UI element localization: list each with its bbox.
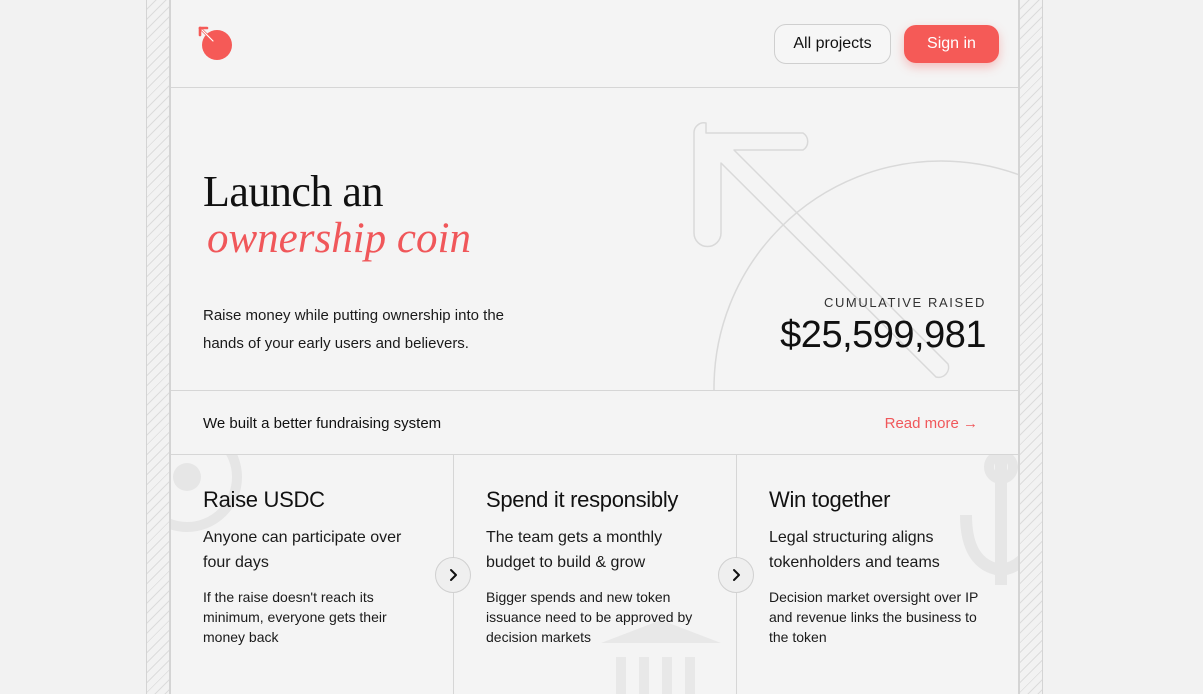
read-more-link[interactable]: Read more → xyxy=(885,415,978,432)
feature-title: Spend it responsibly xyxy=(486,487,679,512)
cumulative-raised-label: CUMULATIVE RAISED xyxy=(823,295,986,310)
strip-text: We built a better fundraising system xyxy=(203,415,442,432)
top-header: All projects Sign in xyxy=(171,0,1018,88)
feature-column-spend: Spend it responsibly The team gets a mon… xyxy=(453,455,736,694)
hero-section: Launch an ownership coin Raise money whi… xyxy=(171,88,1018,391)
logo-icon[interactable] xyxy=(197,26,237,66)
sign-in-button[interactable]: Sign in xyxy=(904,25,999,63)
cumulative-raised-value: $25,599,981 xyxy=(780,314,986,356)
feature-lead: The team gets a monthly budget to build … xyxy=(486,529,663,571)
hero-title: Launch an xyxy=(203,167,383,216)
left-hatch-border xyxy=(146,0,170,694)
fundraising-strip: We built a better fundraising system Rea… xyxy=(171,391,1018,455)
next-step-button[interactable] xyxy=(718,557,754,593)
all-projects-button[interactable]: All projects xyxy=(774,24,891,64)
right-hatch-border xyxy=(1019,0,1043,694)
chevron-right-icon xyxy=(450,569,457,581)
page-frame: All projects Sign in Launch an ownership… xyxy=(170,0,1019,694)
next-step-button[interactable] xyxy=(435,557,471,593)
feature-column-win: Win together Legal structuring aligns to… xyxy=(736,455,1018,694)
features-section: Raise USDC Anyone can participate over f… xyxy=(171,455,1018,694)
feature-body: Bigger spends and new token issuance nee… xyxy=(486,589,693,645)
hero-subtitle: Raise money while putting ownership into… xyxy=(203,307,505,352)
hero-title-accent: ownership coin xyxy=(207,215,471,262)
feature-lead: Anyone can participate over four days xyxy=(203,529,402,571)
feature-title: Raise USDC xyxy=(203,487,325,512)
feature-column-raise: Raise USDC Anyone can participate over f… xyxy=(171,455,453,694)
feature-body: If the raise doesn't reach its minimum, … xyxy=(203,589,387,645)
feature-title: Win together xyxy=(769,487,891,512)
chevron-right-icon xyxy=(733,569,740,581)
feature-lead: Legal structuring aligns tokenholders an… xyxy=(769,529,940,571)
feature-body: Decision market oversight over IP and re… xyxy=(769,589,979,645)
